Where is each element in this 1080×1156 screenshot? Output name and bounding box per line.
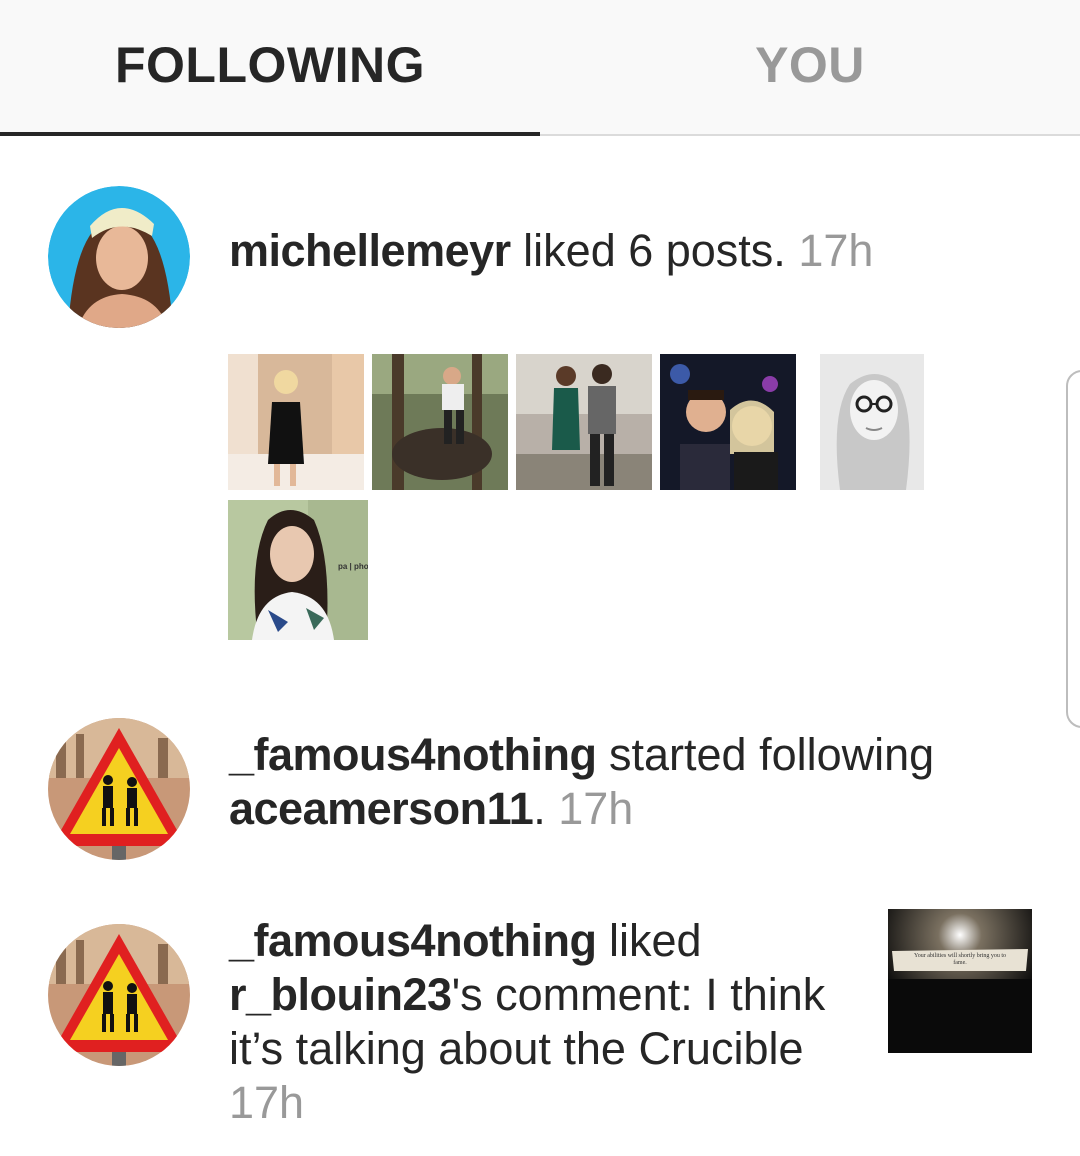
username-link[interactable]: _famous4nothing <box>229 729 597 780</box>
post-thumbnail[interactable] <box>820 354 924 490</box>
post-thumbnail[interactable]: pa | phot <box>228 500 368 640</box>
notification-text: michellemeyr liked 6 posts. 17h <box>229 224 873 278</box>
notification-line: aceamerson11. 17h <box>229 782 934 836</box>
timestamp: 17h <box>229 1077 305 1128</box>
active-tab-indicator <box>0 132 540 136</box>
notification-text: _famous4nothing started following aceame… <box>229 728 934 836</box>
post-thumbnail[interactable] <box>228 354 364 490</box>
post-thumbnail[interactable] <box>660 354 796 490</box>
timestamp: 17h <box>798 225 874 276</box>
fortune-text: Your abilities will shortly bring you to… <box>913 953 1007 966</box>
notification-action: liked 6 posts. <box>510 225 799 276</box>
post-thumbnail[interactable] <box>516 354 652 490</box>
post-thumbnail[interactable]: Your abilities will shortly bring you to… <box>888 909 1032 1053</box>
notification-comment-line: it’s talking about the Crucible <box>229 1023 804 1074</box>
target-username-link[interactable]: aceamerson11 <box>229 783 534 834</box>
tab-you[interactable]: YOU <box>540 0 1080 134</box>
post-thumbnail[interactable] <box>372 354 508 490</box>
notification-punctuation: . <box>533 783 559 834</box>
tab-you-label: YOU <box>755 37 865 93</box>
notification-line: r_blouin23's comment: I think <box>229 968 849 1022</box>
watermark-text: pa | phot <box>338 562 368 571</box>
notification-text: _famous4nothing liked r_blouin23's comme… <box>229 914 849 1130</box>
notification-action: started following <box>596 729 935 780</box>
tab-following[interactable]: FOLLOWING <box>0 0 540 136</box>
notification-line: _famous4nothing started following <box>229 728 934 782</box>
timestamp: 17h <box>558 783 634 834</box>
avatar[interactable] <box>48 718 190 860</box>
avatar[interactable] <box>48 186 190 328</box>
notification-comment: 's comment: I think <box>451 969 826 1020</box>
activity-tabs: FOLLOWING YOU <box>0 0 1080 136</box>
notification-line: _famous4nothing liked <box>229 914 849 968</box>
scrollbar[interactable] <box>1066 370 1080 728</box>
tab-following-label: FOLLOWING <box>115 37 425 93</box>
notification-action: liked <box>596 915 702 966</box>
avatar[interactable] <box>48 924 190 1066</box>
username-link[interactable]: _famous4nothing <box>229 915 597 966</box>
target-username-link[interactable]: r_blouin23 <box>229 969 452 1020</box>
username-link[interactable]: michellemeyr <box>229 225 511 276</box>
